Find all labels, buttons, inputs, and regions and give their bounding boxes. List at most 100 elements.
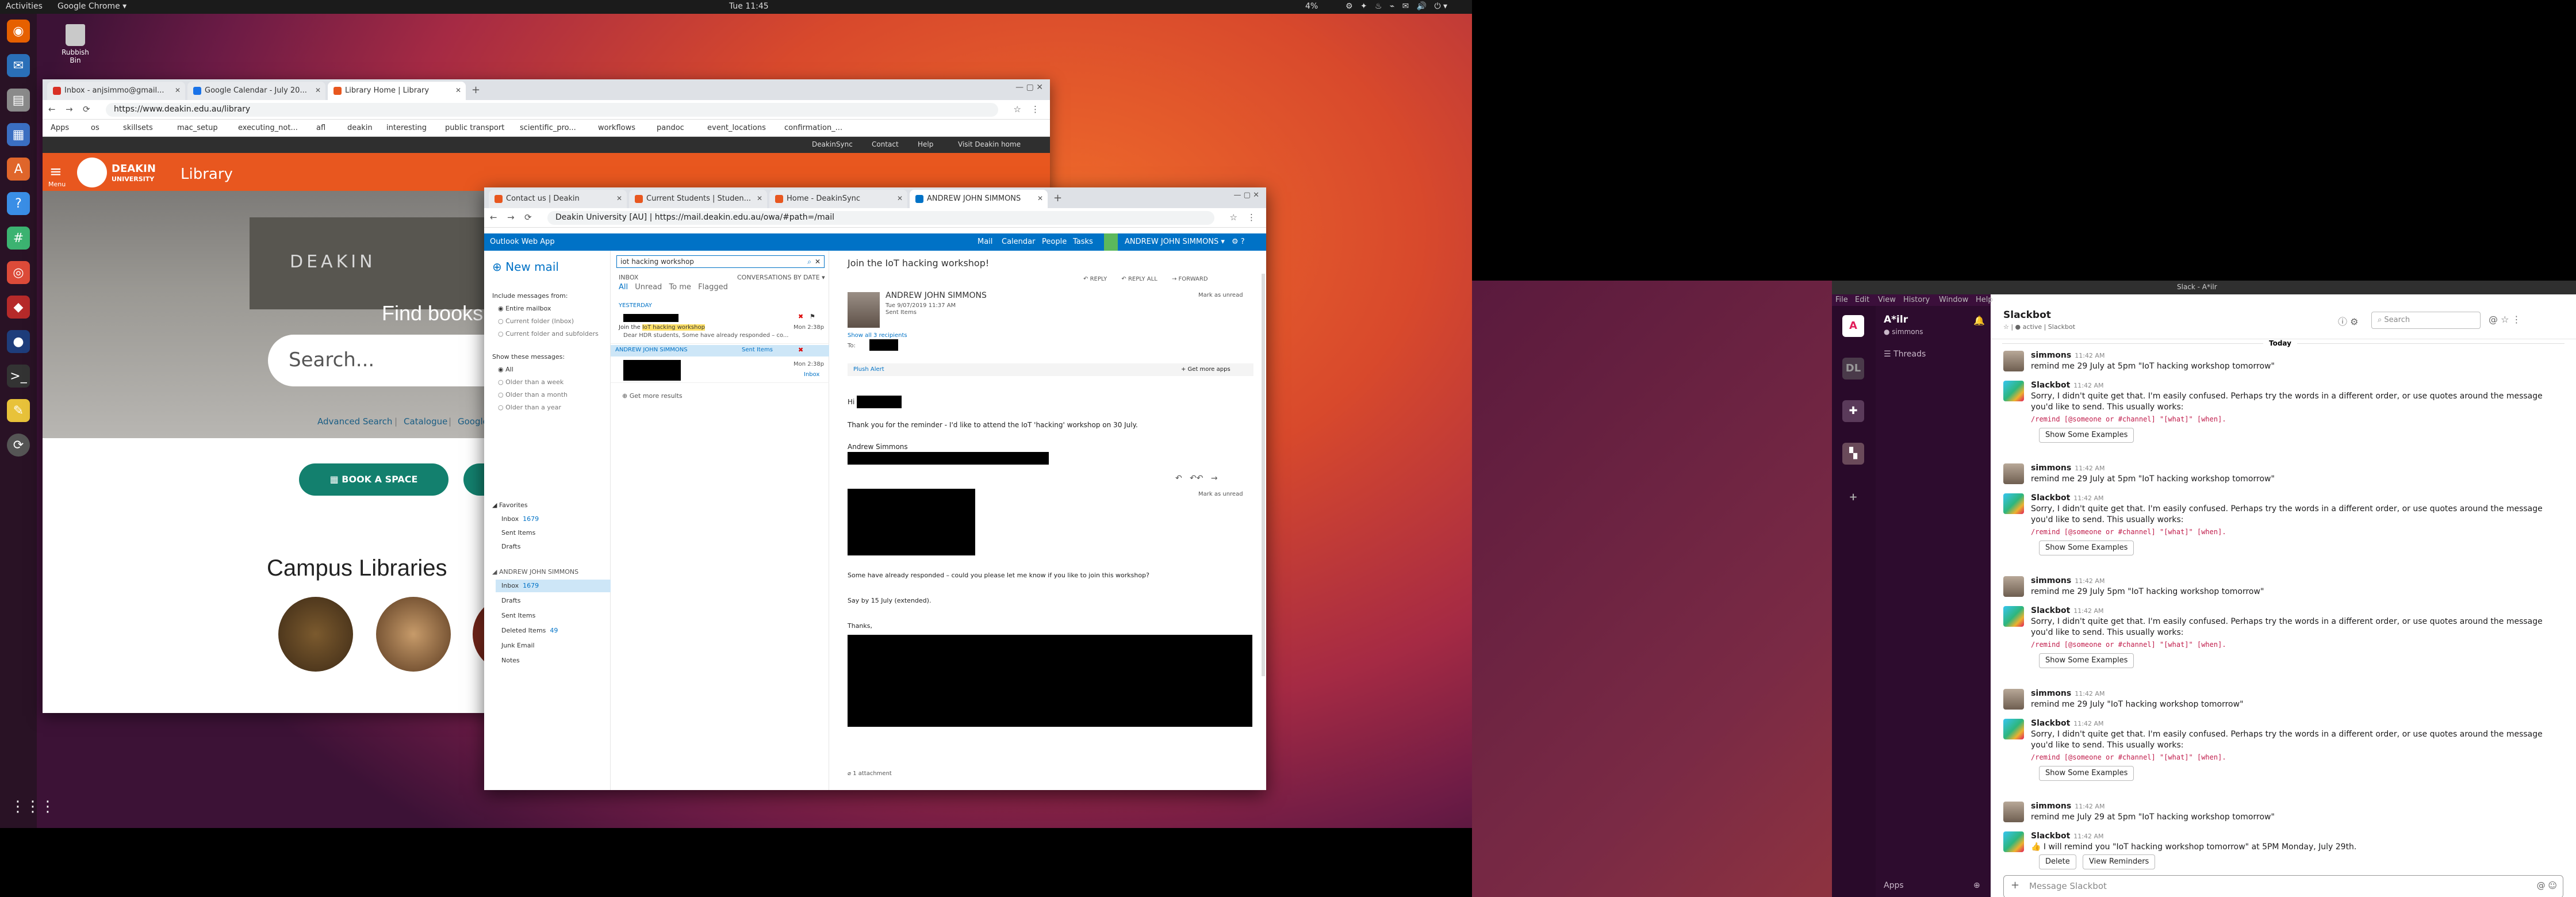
- attachment-indicator[interactable]: ⌀ 1 attachment: [848, 770, 892, 777]
- workspace-name[interactable]: A*ilr: [1884, 314, 1908, 325]
- activities-button[interactable]: Activities: [6, 2, 43, 11]
- bookmark[interactable]: workflows: [598, 124, 635, 132]
- tab-outlook[interactable]: ANDREW JOHN SIMMONS ✕: [910, 190, 1048, 208]
- message-row[interactable]: simmons 11:42 AM remind me 29 July at 5pm …: [1991, 463, 2576, 485]
- show-examples-button[interactable]: Show Some Examples: [2039, 540, 2134, 555]
- eclipse-icon[interactable]: ●: [7, 330, 30, 353]
- chrome-icon[interactable]: ◎: [7, 261, 30, 284]
- chrome-menu-icon[interactable]: ⋮: [1247, 212, 1256, 223]
- show-examples-button[interactable]: Show Some Examples: [2039, 766, 2134, 781]
- message-author[interactable]: Slackbot 11:42 AM: [2031, 493, 2104, 503]
- link-visit-deakin[interactable]: Visit Deakin home: [958, 140, 1021, 148]
- user-avatar[interactable]: [2003, 689, 2024, 710]
- settings-icon[interactable]: ⚙ ?: [1232, 237, 1245, 246]
- bookmark[interactable]: scientific_pro...: [520, 124, 576, 132]
- apps-link[interactable]: Apps: [1884, 881, 1904, 890]
- favorites-header[interactable]: ◢ Favorites: [492, 501, 528, 509]
- tab-library[interactable]: Library Home | Library ✕: [328, 82, 466, 100]
- back-icon[interactable]: ←: [490, 212, 497, 223]
- files-icon[interactable]: ▤: [7, 89, 30, 112]
- star-icon[interactable]: ☆: [1230, 212, 1237, 223]
- list-item[interactable]: ANDREW JOHN SIMMONS Sent Items ✖: [611, 345, 829, 356]
- delete-icon[interactable]: ✖: [798, 313, 803, 320]
- bookmark[interactable]: afl: [316, 124, 325, 132]
- mark-unread-link[interactable]: Mark as unread: [1198, 292, 1243, 298]
- folder-deleted[interactable]: Deleted Items 49: [501, 627, 558, 634]
- get-more-apps-link[interactable]: + Get more apps: [1181, 366, 1230, 373]
- message-author[interactable]: Slackbot 11:42 AM: [2031, 719, 2104, 728]
- filter-all[interactable]: All: [619, 283, 628, 292]
- app-icon-red[interactable]: ◆: [7, 296, 30, 319]
- slack-search-input[interactable]: ⌕ Search: [2371, 312, 2481, 329]
- menu-help[interactable]: Help: [1976, 296, 1993, 304]
- message-time[interactable]: 11:42 AM: [2075, 803, 2104, 810]
- slackbot-avatar[interactable]: [2003, 719, 2024, 739]
- library-title[interactable]: Library: [181, 166, 233, 183]
- fav-sent[interactable]: Sent Items: [501, 529, 535, 536]
- new-tab-button[interactable]: +: [1053, 192, 1062, 204]
- menu-file[interactable]: File: [1835, 296, 1848, 304]
- slackbot-avatar[interactable]: [2003, 381, 2024, 401]
- bookmark[interactable]: pandoc: [657, 124, 684, 132]
- radio-current-folder[interactable]: ○ Current folder (Inbox): [498, 317, 574, 325]
- link-contact[interactable]: Contact: [872, 140, 899, 148]
- view-reminders-button[interactable]: View Reminders: [2083, 854, 2156, 869]
- star-icon[interactable]: ☆: [1014, 104, 1021, 114]
- owa-app-name[interactable]: Outlook Web App: [490, 237, 555, 246]
- bookmark[interactable]: event_locations: [707, 124, 766, 132]
- radio-year[interactable]: ○ Older than a year: [498, 404, 561, 411]
- show-examples-button[interactable]: Show Some Examples: [2039, 428, 2134, 443]
- sort-dropdown[interactable]: CONVERSATIONS BY DATE ▾: [737, 274, 825, 281]
- message-row[interactable]: Slackbot 11:42 AM 👍 I will remind you "IoT…: [1991, 831, 2576, 872]
- message-author[interactable]: simmons 11:42 AM: [2031, 689, 2104, 698]
- slackbot-avatar[interactable]: [2003, 493, 2024, 514]
- show-applications-icon[interactable]: ⋮⋮⋮: [10, 798, 55, 815]
- message-time[interactable]: 11:42 AM: [2073, 720, 2103, 727]
- updater-icon[interactable]: ⟳: [7, 434, 30, 457]
- list-item[interactable]: ✖ ⚑ Join the IoT hacking workshop Mon 2:…: [611, 312, 829, 344]
- message-row[interactable]: simmons 11:42 AM remind me 29 July at 5pm …: [1991, 351, 2576, 373]
- message-row[interactable]: simmons 11:42 AM remind me July 29 at 5pm …: [1991, 802, 2576, 823]
- menu-history[interactable]: History: [1903, 296, 1930, 304]
- help-icon[interactable]: ?: [7, 192, 30, 215]
- workspace-icon[interactable]: ✚: [1842, 400, 1864, 422]
- tab-contact[interactable]: Contact us | Deakin ✕: [489, 190, 627, 208]
- bookmark[interactable]: Apps: [51, 124, 69, 132]
- message-author[interactable]: Slackbot 11:42 AM: [2031, 381, 2104, 390]
- fav-drafts[interactable]: Drafts: [501, 543, 520, 550]
- bookmark[interactable]: deakin: [347, 124, 373, 132]
- book-a-space-button[interactable]: ▦ BOOK A SPACE: [299, 463, 448, 496]
- reply-all-button[interactable]: ↶ REPLY ALL: [1121, 276, 1157, 282]
- message-time[interactable]: 11:42 AM: [2075, 690, 2104, 697]
- message-time[interactable]: 11:42 AM: [2073, 833, 2103, 840]
- filter-to-me[interactable]: To me: [669, 283, 691, 292]
- nav-mail[interactable]: Mail: [977, 237, 992, 246]
- forward-icon[interactable]: →: [507, 212, 515, 223]
- chrome-menu-icon[interactable]: ⋮: [1031, 104, 1040, 114]
- sender-name[interactable]: ANDREW JOHN SIMMONS: [885, 291, 987, 300]
- tab-current-students[interactable]: Current Students | Studen... ✕: [629, 190, 767, 208]
- thunderbird-icon[interactable]: ✉: [7, 54, 30, 77]
- radio-all[interactable]: ◉ All: [498, 366, 513, 373]
- user-avatar[interactable]: [2003, 463, 2024, 484]
- folder-sent[interactable]: Sent Items: [501, 612, 535, 619]
- get-more-results-link[interactable]: ⊕ Get more results: [622, 392, 683, 400]
- bookmark[interactable]: interesting: [386, 124, 427, 132]
- message-time[interactable]: 11:42 AM: [2073, 494, 2103, 502]
- show-recipients-link[interactable]: Show all 3 recipients: [848, 332, 907, 339]
- flag-icon[interactable]: ⚑: [810, 313, 815, 320]
- terminal-icon[interactable]: >_: [7, 365, 30, 388]
- new-tab-button[interactable]: +: [471, 84, 480, 96]
- rubbish-bin[interactable]: Rubbish Bin: [55, 24, 95, 64]
- message-author[interactable]: simmons 11:42 AM: [2031, 802, 2104, 811]
- radio-folder-subfolders[interactable]: ○ Current folder and subfolders: [498, 330, 599, 338]
- advanced-search-link[interactable]: Advanced Search: [317, 416, 392, 427]
- search-icon[interactable]: ⌕: [807, 258, 811, 266]
- nav-calendar[interactable]: Calendar: [1002, 237, 1035, 246]
- close-icon[interactable]: ✕: [757, 194, 762, 202]
- nav-tasks[interactable]: Tasks: [1073, 237, 1093, 246]
- bookmark[interactable]: executing_not...: [238, 124, 298, 132]
- workspace-a-icon[interactable]: A: [1842, 315, 1864, 337]
- workspace-icon[interactable]: ▚: [1842, 443, 1864, 465]
- notes-icon[interactable]: ✎: [7, 399, 30, 422]
